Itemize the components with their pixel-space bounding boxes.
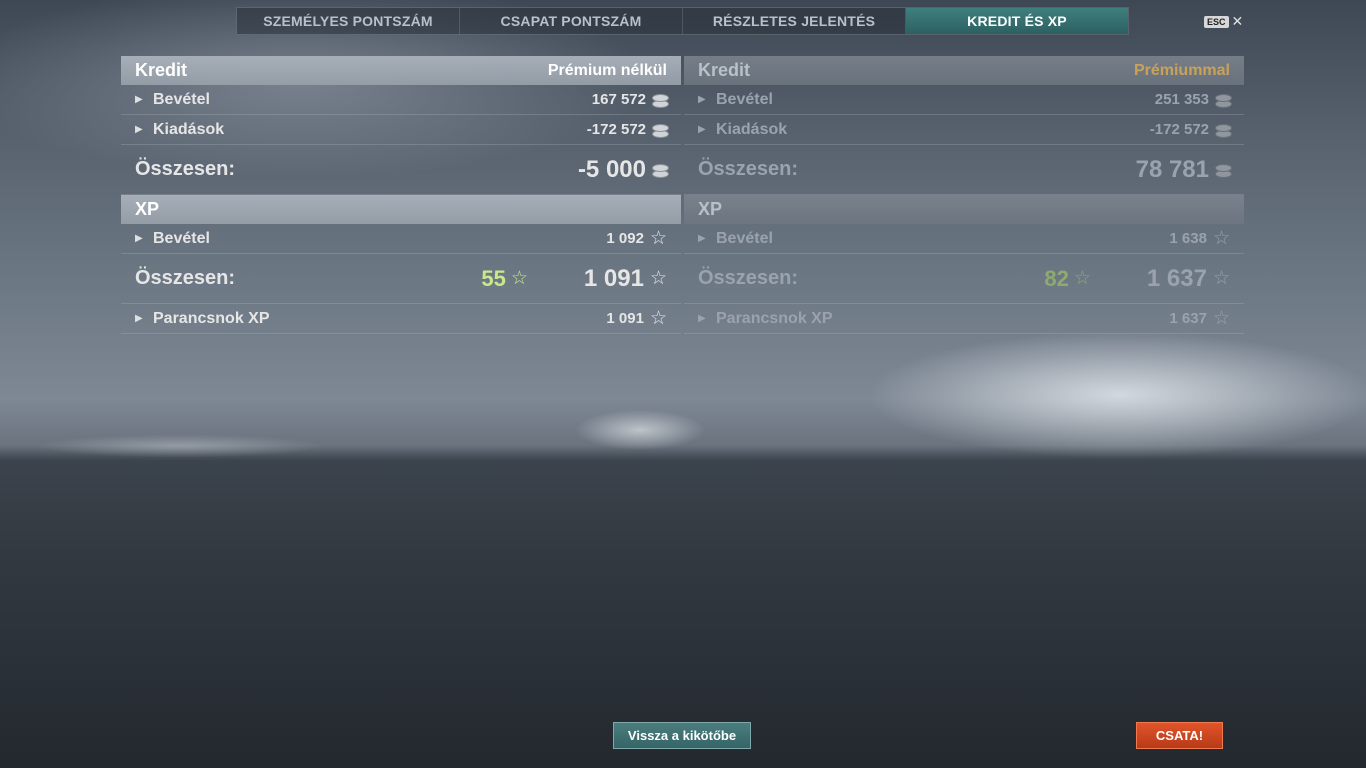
xp-total-row: Összesen: 82 ☆ 1 637 ☆ — [684, 254, 1244, 304]
coin-icon — [652, 123, 669, 138]
esc-close-button[interactable]: ESC ✕ — [1204, 13, 1243, 30]
panel-with-premium: Kredit Prémiummal ▶ Bevétel 251 353 ▶ Kiad… — [684, 56, 1244, 334]
star-icon: ☆ — [1212, 308, 1230, 329]
credit-income-row[interactable]: ▶ Bevétel 251 353 — [684, 85, 1244, 115]
expand-arrow-icon[interactable]: ▶ — [135, 124, 153, 135]
row-value: 1 637 — [1169, 310, 1207, 327]
credit-total-row: Összesen: 78 781 — [684, 145, 1244, 195]
coin-icon — [652, 93, 669, 108]
credit-header-title: Kredit — [135, 60, 188, 80]
mode-label: Prémium nélkül — [547, 61, 667, 79]
results-tab-bar: SZEMÉLYES PONTSZÁM CSAPAT PONTSZÁM RÉSZL… — [236, 7, 1129, 35]
row-label: Bevétel — [716, 90, 773, 108]
total-label: Összesen: — [698, 158, 799, 180]
row-label: Kiadások — [716, 120, 788, 138]
credit-header: Kredit Prémiummal — [684, 56, 1244, 85]
row-label: Bevétel — [153, 90, 210, 108]
credit-expenses-row[interactable]: ▶ Kiadások -172 572 — [684, 115, 1244, 145]
battle-button[interactable]: CSATA! — [1136, 722, 1223, 749]
xp-header-title: XP — [135, 199, 160, 219]
credit-header: Kredit Prémium nélkül — [121, 56, 681, 85]
star-icon: ☆ — [649, 308, 667, 329]
expand-arrow-icon[interactable]: ▶ — [698, 233, 716, 244]
commander-xp-row[interactable]: ▶ Parancsnok XP 1 637 ☆ — [684, 304, 1244, 334]
coin-icon — [1215, 163, 1232, 178]
total-label: Összesen: — [135, 158, 236, 180]
credit-income-row[interactable]: ▶ Bevétel 167 572 — [121, 85, 681, 115]
back-to-port-button[interactable]: Vissza a kikötőbe — [613, 722, 751, 749]
row-value: -172 572 — [1149, 121, 1209, 138]
star-icon: ☆ — [510, 268, 528, 289]
total-value: 1 091 — [583, 264, 644, 292]
xp-income-row[interactable]: ▶ Bevétel 1 638 ☆ — [684, 224, 1244, 254]
xp-total-row: Összesen: 55 ☆ 1 091 ☆ — [121, 254, 681, 304]
commander-xp-row[interactable]: ▶ Parancsnok XP 1 091 ☆ — [121, 304, 681, 334]
total-value: 78 781 — [1135, 155, 1209, 183]
row-value: -172 572 — [586, 121, 646, 138]
credit-header-title: Kredit — [698, 60, 751, 80]
tab-team-score[interactable]: CSAPAT PONTSZÁM — [460, 8, 683, 34]
tab-detailed-report[interactable]: RÉSZLETES JELENTÉS — [683, 8, 906, 34]
tab-personal-score[interactable]: SZEMÉLYES PONTSZÁM — [237, 8, 460, 34]
coin-icon — [1215, 123, 1232, 138]
total-label: Összesen: — [135, 267, 236, 289]
coin-icon — [652, 163, 669, 178]
expand-arrow-icon[interactable]: ▶ — [135, 313, 153, 324]
panel-without-premium: Kredit Prémium nélkül ▶ Bevétel 167 572 ▶… — [121, 56, 681, 334]
total-value: -5 000 — [577, 155, 646, 183]
xp-header: XP — [684, 195, 1244, 224]
close-icon[interactable]: ✕ — [1232, 13, 1244, 30]
coin-icon — [1215, 93, 1232, 108]
row-value: 251 353 — [1154, 91, 1209, 108]
total-label: Összesen: — [698, 267, 799, 289]
mode-label: Prémiummal — [1133, 61, 1230, 79]
expand-arrow-icon[interactable]: ▶ — [135, 233, 153, 244]
row-label: Parancsnok XP — [716, 309, 833, 327]
star-icon: ☆ — [649, 228, 667, 249]
xp-header-title: XP — [698, 199, 723, 219]
credit-total-row: Összesen: -5 000 — [121, 145, 681, 195]
bonus-xp-value: 82 — [1044, 265, 1069, 291]
star-icon: ☆ — [1073, 268, 1091, 289]
row-label: Kiadások — [153, 120, 225, 138]
row-value: 1 638 — [1169, 230, 1207, 247]
row-value: 1 092 — [606, 230, 644, 247]
row-value: 167 572 — [591, 91, 646, 108]
star-icon: ☆ — [649, 268, 667, 289]
credit-expenses-row[interactable]: ▶ Kiadások -172 572 — [121, 115, 681, 145]
star-icon: ☆ — [1212, 268, 1230, 289]
tab-credits-and-xp[interactable]: KREDIT ÉS XP — [906, 8, 1128, 34]
bonus-xp-value: 55 — [481, 265, 506, 291]
expand-arrow-icon[interactable]: ▶ — [698, 94, 716, 105]
expand-arrow-icon[interactable]: ▶ — [698, 124, 716, 135]
row-value: 1 091 — [606, 310, 644, 327]
total-value: 1 637 — [1146, 264, 1207, 292]
expand-arrow-icon[interactable]: ▶ — [698, 313, 716, 324]
star-icon: ☆ — [1212, 228, 1230, 249]
xp-header: XP — [121, 195, 681, 224]
row-label: Parancsnok XP — [153, 309, 270, 327]
expand-arrow-icon[interactable]: ▶ — [135, 94, 153, 105]
row-label: Bevétel — [153, 229, 210, 247]
esc-key-badge: ESC — [1204, 15, 1229, 28]
row-label: Bevétel — [716, 229, 773, 247]
xp-income-row[interactable]: ▶ Bevétel 1 092 ☆ — [121, 224, 681, 254]
